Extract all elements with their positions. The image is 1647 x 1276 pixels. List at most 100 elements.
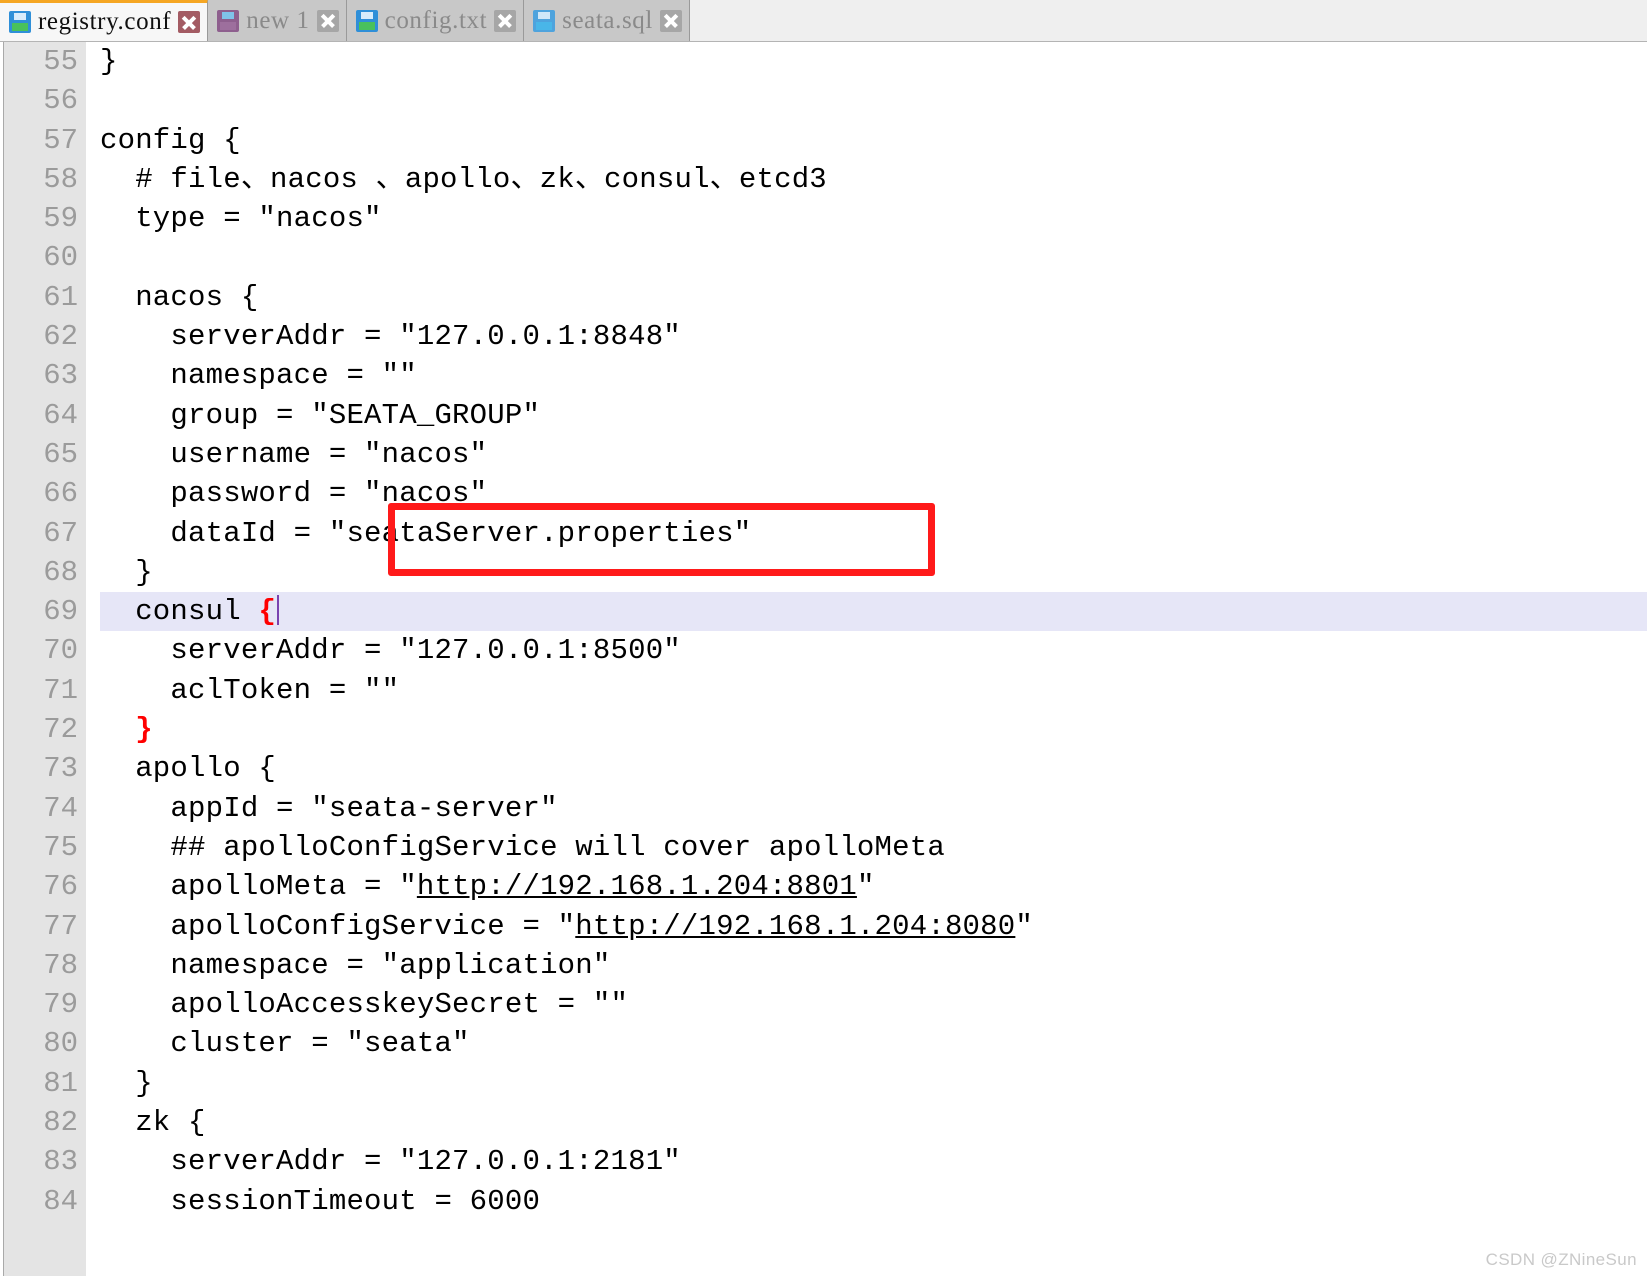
tab-registry-conf[interactable]: registry.conf [0, 0, 209, 41]
tab-close-icon[interactable] [316, 9, 339, 32]
line-number: 71 [43, 673, 78, 707]
code-line[interactable]: 72 } [0, 710, 1647, 749]
code-text[interactable]: } [100, 1064, 153, 1103]
tab-label: seata.sql [562, 6, 653, 34]
code-text[interactable]: password = "nacos" [100, 474, 487, 513]
code-line[interactable]: 60 [0, 238, 1647, 277]
code-line-current[interactable]: 69 consul { [0, 592, 1647, 632]
line-number: 76 [43, 870, 78, 904]
code-text[interactable]: apolloConfigService = "http://192.168.1.… [100, 907, 1033, 946]
code-text[interactable]: sessionTimeout = 6000 [100, 1182, 540, 1221]
code-text[interactable]: dataId = "seataServer.properties" [100, 514, 751, 553]
code-text[interactable]: namespace = "application" [100, 946, 610, 985]
line-number: 70 [43, 634, 78, 668]
code-line[interactable]: 71 aclToken = "" [0, 671, 1647, 710]
code-text[interactable]: serverAddr = "127.0.0.1:8500" [100, 631, 681, 670]
code-line[interactable]: 84 sessionTimeout = 6000 [0, 1182, 1647, 1221]
code-line[interactable]: 64 group = "SEATA_GROUP" [0, 396, 1647, 435]
line-number: 61 [43, 280, 78, 314]
tab-seata-sql[interactable]: seata.sql [524, 0, 690, 41]
code-text[interactable]: apolloAccesskeySecret = "" [100, 985, 628, 1024]
line-number: 66 [43, 477, 78, 511]
line-number: 84 [43, 1184, 78, 1218]
line-number: 83 [43, 1145, 78, 1179]
code-text[interactable]: # file、nacos 、apollo、zk、consul、etcd3 [100, 160, 827, 199]
tab-close-icon[interactable] [659, 9, 682, 32]
floppy-disk-icon [533, 9, 556, 32]
matching-brace: { [258, 595, 277, 629]
code-content[interactable]: 55} 56 57 config {58 # file、nacos 、apollo、z… [0, 42, 1647, 1276]
code-line[interactable]: 73 apollo { [0, 749, 1647, 788]
code-line[interactable]: 75 ## apolloConfigService will cover apo… [0, 828, 1647, 867]
code-text[interactable]: apollo { [100, 749, 276, 788]
floppy-disk-icon [9, 11, 31, 33]
line-number: 65 [43, 437, 78, 471]
line-number: 78 [43, 948, 78, 982]
tab-config-txt[interactable]: config.txt [346, 0, 525, 41]
code-line[interactable]: 77 apolloConfigService = "http://192.168… [0, 907, 1647, 946]
line-number: 67 [43, 516, 78, 550]
code-text[interactable]: consul { [100, 592, 280, 631]
line-number: 73 [43, 752, 78, 786]
code-line[interactable]: 68 } [0, 553, 1647, 592]
code-text[interactable]: namespace = "" [100, 356, 417, 395]
tab-bar: registry.conf new 1 config.txt seata.sql [0, 0, 1647, 42]
code-line[interactable]: 59 type = "nacos" [0, 199, 1647, 238]
current-line-highlight [100, 592, 1647, 632]
line-number: 75 [43, 830, 78, 864]
line-number: 59 [43, 202, 78, 236]
line-number: 82 [43, 1106, 78, 1140]
code-text[interactable]: type = "nacos" [100, 199, 382, 238]
code-line[interactable]: 82 zk { [0, 1103, 1647, 1142]
tab-close-icon[interactable] [494, 9, 517, 32]
text-caret [277, 595, 280, 626]
code-text[interactable]: } [100, 710, 153, 749]
tab-label: config.txt [384, 6, 488, 34]
code-text[interactable]: apolloMeta = "http://192.168.1.204:8801" [100, 867, 875, 906]
code-line[interactable]: 56 [0, 81, 1647, 120]
code-text[interactable]: serverAddr = "127.0.0.1:8848" [100, 317, 681, 356]
code-editor[interactable]: 55} 56 57 config {58 # file、nacos 、apollo、z… [0, 42, 1647, 1276]
line-number: 72 [43, 713, 78, 747]
code-line[interactable]: 57 config { [0, 121, 1647, 160]
line-number: 80 [43, 1027, 78, 1061]
tab-new-1[interactable]: new 1 [208, 0, 347, 41]
code-text[interactable]: appId = "seata-server" [100, 789, 558, 828]
code-line[interactable]: 83 serverAddr = "127.0.0.1:2181" [0, 1142, 1647, 1181]
code-text[interactable]: group = "SEATA_GROUP" [100, 396, 540, 435]
url-link[interactable]: http://192.168.1.204:8080 [575, 910, 1015, 943]
code-line[interactable]: 66 password = "nacos" [0, 474, 1647, 513]
tab-close-icon[interactable] [178, 11, 201, 33]
code-line[interactable]: 81 } [0, 1064, 1647, 1103]
code-line[interactable]: 63 namespace = "" [0, 356, 1647, 395]
code-text[interactable]: aclToken = "" [100, 671, 399, 710]
code-line[interactable]: 74 appId = "seata-server" [0, 789, 1647, 828]
code-line[interactable]: 80 cluster = "seata" [0, 1024, 1647, 1063]
code-text[interactable]: ## apolloConfigService will cover apollo… [100, 828, 945, 867]
code-text[interactable]: nacos { [100, 278, 258, 317]
code-line[interactable]: 61 nacos { [0, 278, 1647, 317]
code-line[interactable]: 67 dataId = "seataServer.properties" [0, 514, 1647, 553]
code-text[interactable]: username = "nacos" [100, 435, 487, 474]
code-text[interactable]: cluster = "seata" [100, 1024, 470, 1063]
code-line[interactable]: 55} [0, 42, 1647, 81]
code-line[interactable]: 58 # file、nacos 、apollo、zk、consul、etcd3 [0, 160, 1647, 199]
code-text[interactable]: zk { [100, 1103, 206, 1142]
code-text[interactable]: } [100, 553, 153, 592]
code-line[interactable]: 70 serverAddr = "127.0.0.1:8500" [0, 631, 1647, 670]
line-number: 68 [43, 555, 78, 589]
code-text[interactable]: } [100, 42, 118, 81]
code-line[interactable]: 65 username = "nacos" [0, 435, 1647, 474]
code-line[interactable]: 79 apolloAccesskeySecret = "" [0, 985, 1647, 1024]
code-text[interactable]: config { [100, 121, 241, 160]
code-line[interactable]: 78 namespace = "application" [0, 946, 1647, 985]
code-line[interactable]: 76 apolloMeta = "http://192.168.1.204:88… [0, 867, 1647, 906]
code-text[interactable]: serverAddr = "127.0.0.1:2181" [100, 1142, 681, 1181]
line-number: 62 [43, 320, 78, 354]
line-number: 69 [43, 595, 78, 629]
line-number: 74 [43, 791, 78, 825]
tab-label: registry.conf [38, 8, 172, 35]
code-line[interactable]: 62 serverAddr = "127.0.0.1:8848" [0, 317, 1647, 356]
line-number: 58 [43, 162, 78, 196]
url-link[interactable]: http://192.168.1.204:8801 [417, 870, 857, 903]
